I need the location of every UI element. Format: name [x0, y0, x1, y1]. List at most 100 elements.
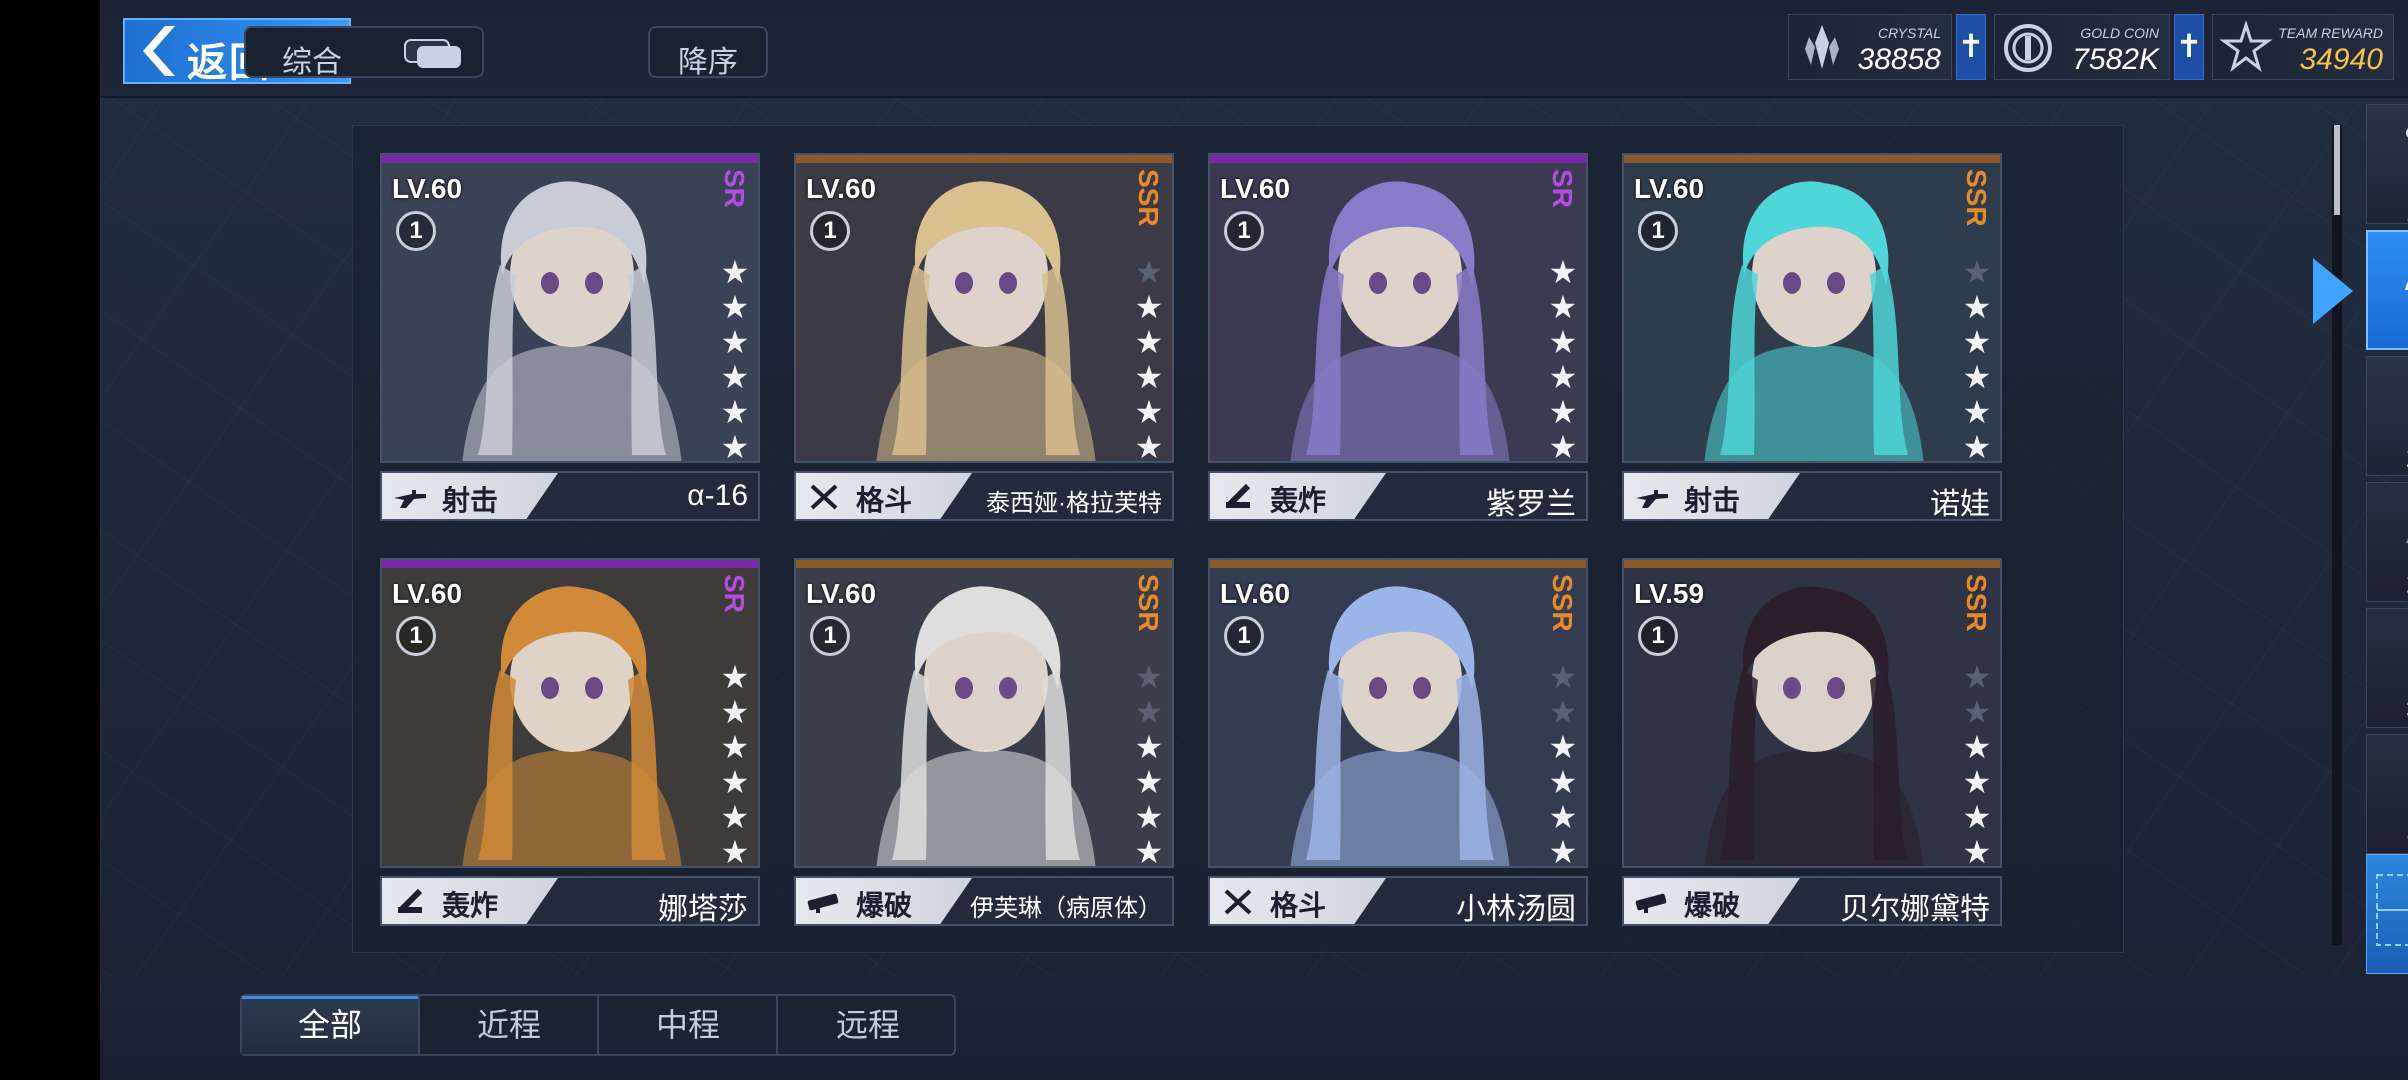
- rarity-label: SSR: [1133, 574, 1164, 632]
- crystal-plus-button[interactable]: ✝: [1956, 14, 1986, 80]
- star-icon: ★: [720, 799, 750, 835]
- level-label: LV.60: [806, 578, 877, 609]
- pilot-card[interactable]: LV.60 1 SSR ★ ★ ★ ★ ★ ★ 格斗 泰西娅·格拉芙特: [794, 153, 1174, 523]
- star-icon: ★: [720, 429, 750, 463]
- sort-toggle-button[interactable]: 综合: [244, 26, 484, 79]
- pilot-info-bar: 轰炸 紫罗兰: [1208, 471, 1588, 521]
- range-filter-tabs: 全部 近程 中程 远程: [240, 994, 956, 1056]
- star-icon: ★: [1962, 694, 1992, 730]
- star-icon: ★: [720, 764, 750, 800]
- star-icon: ★: [1548, 254, 1578, 290]
- star-icon: ★: [1134, 694, 1164, 730]
- crystal-value: 38858: [1857, 43, 1941, 76]
- nav-label: 机库: [2367, 561, 2408, 607]
- pilot-info-bar: 射击 α-16: [380, 471, 760, 521]
- nav-item-hall[interactable]: 主厅: [2366, 104, 2408, 226]
- rocket-launcher-icon: [807, 893, 839, 913]
- star-icon: ★: [1134, 429, 1164, 463]
- star-rating: ★ ★ ★ ★ ★ ★: [1962, 255, 1992, 462]
- level-label: LV.60: [1220, 173, 1291, 204]
- star-icon: ★: [720, 659, 750, 695]
- side-nav: 主厅 出战 机师 机库 招募 开发: [2366, 104, 2408, 974]
- rifle-icon: [1636, 490, 1668, 508]
- tab-range[interactable]: 全部: [242, 996, 420, 1054]
- star-icon: ★: [1962, 834, 1992, 868]
- star-icon: ★: [1548, 799, 1578, 835]
- scrollbar-thumb[interactable]: [2334, 125, 2340, 215]
- pilot-card[interactable]: LV.60 1 SR ★ ★ ★ ★ ★ ★ 轰炸 娜塔莎: [380, 558, 760, 928]
- crystal-icon: [1805, 25, 1839, 69]
- class-label: 射击: [442, 485, 499, 516]
- rarity-label: SSR: [1547, 574, 1578, 632]
- gold-coin-name: GOLD COIN: [2080, 25, 2159, 41]
- star-rating: ★ ★ ★ ★ ★ ★: [1962, 659, 1992, 868]
- chevron-left-icon: [143, 26, 175, 76]
- pilot-name: 紫罗兰: [1486, 488, 1576, 521]
- star-icon: ★: [1962, 799, 1992, 835]
- pilot-card[interactable]: LV.60 1 SSR ★ ★ ★ ★ ★ ★ 格斗 小林汤圆: [1208, 558, 1588, 928]
- rarity-bar: [382, 155, 758, 163]
- order-label: 降序: [678, 46, 738, 79]
- nav-item-recruit[interactable]: 招募: [2366, 608, 2408, 730]
- class-label: 射击: [1684, 485, 1741, 516]
- tab-range[interactable]: 近程: [421, 996, 599, 1054]
- pilot-card[interactable]: LV.60 1 SR ★ ★ ★ ★ ★ ★ 射击 α-16: [380, 153, 760, 523]
- rifle-icon: [394, 490, 426, 508]
- pilot-name: 贝尔娜黛特: [1840, 893, 1990, 926]
- scrollbar-track[interactable]: [2332, 125, 2342, 945]
- crossed-swords-icon: [1224, 889, 1252, 915]
- tab-range[interactable]: 远程: [779, 996, 957, 1054]
- class-label: 格斗: [856, 485, 913, 516]
- pilot-card[interactable]: LV.60 1 SSR ★ ★ ★ ★ ★ ★ 射击 诺娃: [1622, 153, 2002, 523]
- rocket-launcher-icon: [1635, 893, 1667, 913]
- star-icon: ★: [1134, 764, 1164, 800]
- star-icon: ★: [1134, 394, 1164, 430]
- nav-item-develop[interactable]: 开发: [2366, 734, 2408, 856]
- count-badge: 1: [1224, 211, 1264, 251]
- pilot-name: 小林汤圆: [1456, 893, 1576, 926]
- star-icon: ★: [1548, 659, 1578, 695]
- star-icon: ★: [1962, 659, 1992, 695]
- pilot-portrait: LV.59 1 SSR ★ ★ ★ ★ ★ ★: [1622, 558, 2002, 868]
- tab-range[interactable]: 中程: [600, 996, 778, 1054]
- star-icon: ★: [1548, 289, 1578, 325]
- star-icon: ★: [1548, 394, 1578, 430]
- star-icon: ★: [1962, 359, 1992, 395]
- star-icon: ★: [1962, 324, 1992, 360]
- pilot-info-bar: 格斗 小林汤圆: [1208, 876, 1588, 926]
- nav-item-pilot[interactable]: 机师: [2366, 356, 2408, 478]
- game-screen: 返回 综合 降序 CRYSTAL 38858 ✝ GOLD COIN 7582K…: [100, 0, 2408, 1080]
- star-icon: ★: [1962, 394, 1992, 430]
- gold-coin-plus-button[interactable]: ✝: [2174, 14, 2204, 80]
- pilot-card[interactable]: LV.60 1 SR ★ ★ ★ ★ ★ ★ 轰炸 紫罗兰: [1208, 153, 1588, 523]
- pilot-card[interactable]: LV.59 1 SSR ★ ★ ★ ★ ★ ★ 爆破 贝尔娜黛特: [1622, 558, 2002, 928]
- level-label: LV.60: [806, 173, 877, 204]
- star-icon: ★: [1962, 729, 1992, 765]
- star-icon: ★: [1548, 429, 1578, 463]
- class-label: 格斗: [1270, 890, 1327, 921]
- nav-bottom-panel[interactable]: [2366, 854, 2408, 974]
- hangar-icon: [2406, 539, 2408, 544]
- nav-item-sortie[interactable]: 出战: [2366, 230, 2408, 353]
- star-rating: ★ ★ ★ ★ ★ ★: [1134, 255, 1164, 463]
- star-icon: ★: [1134, 659, 1164, 695]
- order-button[interactable]: 降序: [648, 26, 768, 79]
- level-label: LV.60: [392, 173, 463, 204]
- sort-label: 综合: [282, 46, 342, 79]
- star-icon: ★: [1134, 799, 1164, 835]
- rarity-bar: [796, 155, 1172, 163]
- rarity-label: SSR: [1133, 169, 1164, 227]
- pilot-info-bar: 射击 诺娃: [1622, 471, 2002, 521]
- pilot-name: 泰西娅·格拉芙特: [986, 490, 1162, 517]
- pilot-card[interactable]: LV.60 1 SSR ★ ★ ★ ★ ★ ★ 爆破 伊芙琳（病原体）: [794, 558, 1174, 928]
- star-rating: ★ ★ ★ ★ ★ ★: [1134, 659, 1164, 867]
- pilot-info-bar: 格斗 泰西娅·格拉芙特: [794, 471, 1174, 521]
- crystal-counter: CRYSTAL 38858: [1788, 14, 1952, 80]
- nav-pointer-icon: [2313, 258, 2353, 324]
- star-icon: ★: [720, 254, 750, 290]
- rarity-bar: [1624, 155, 2000, 163]
- level-label: LV.60: [1634, 173, 1705, 204]
- nav-item-hangar[interactable]: 机库: [2366, 482, 2408, 604]
- star-rating: ★ ★ ★ ★ ★ ★: [1548, 659, 1578, 867]
- star-icon: ★: [1134, 359, 1164, 395]
